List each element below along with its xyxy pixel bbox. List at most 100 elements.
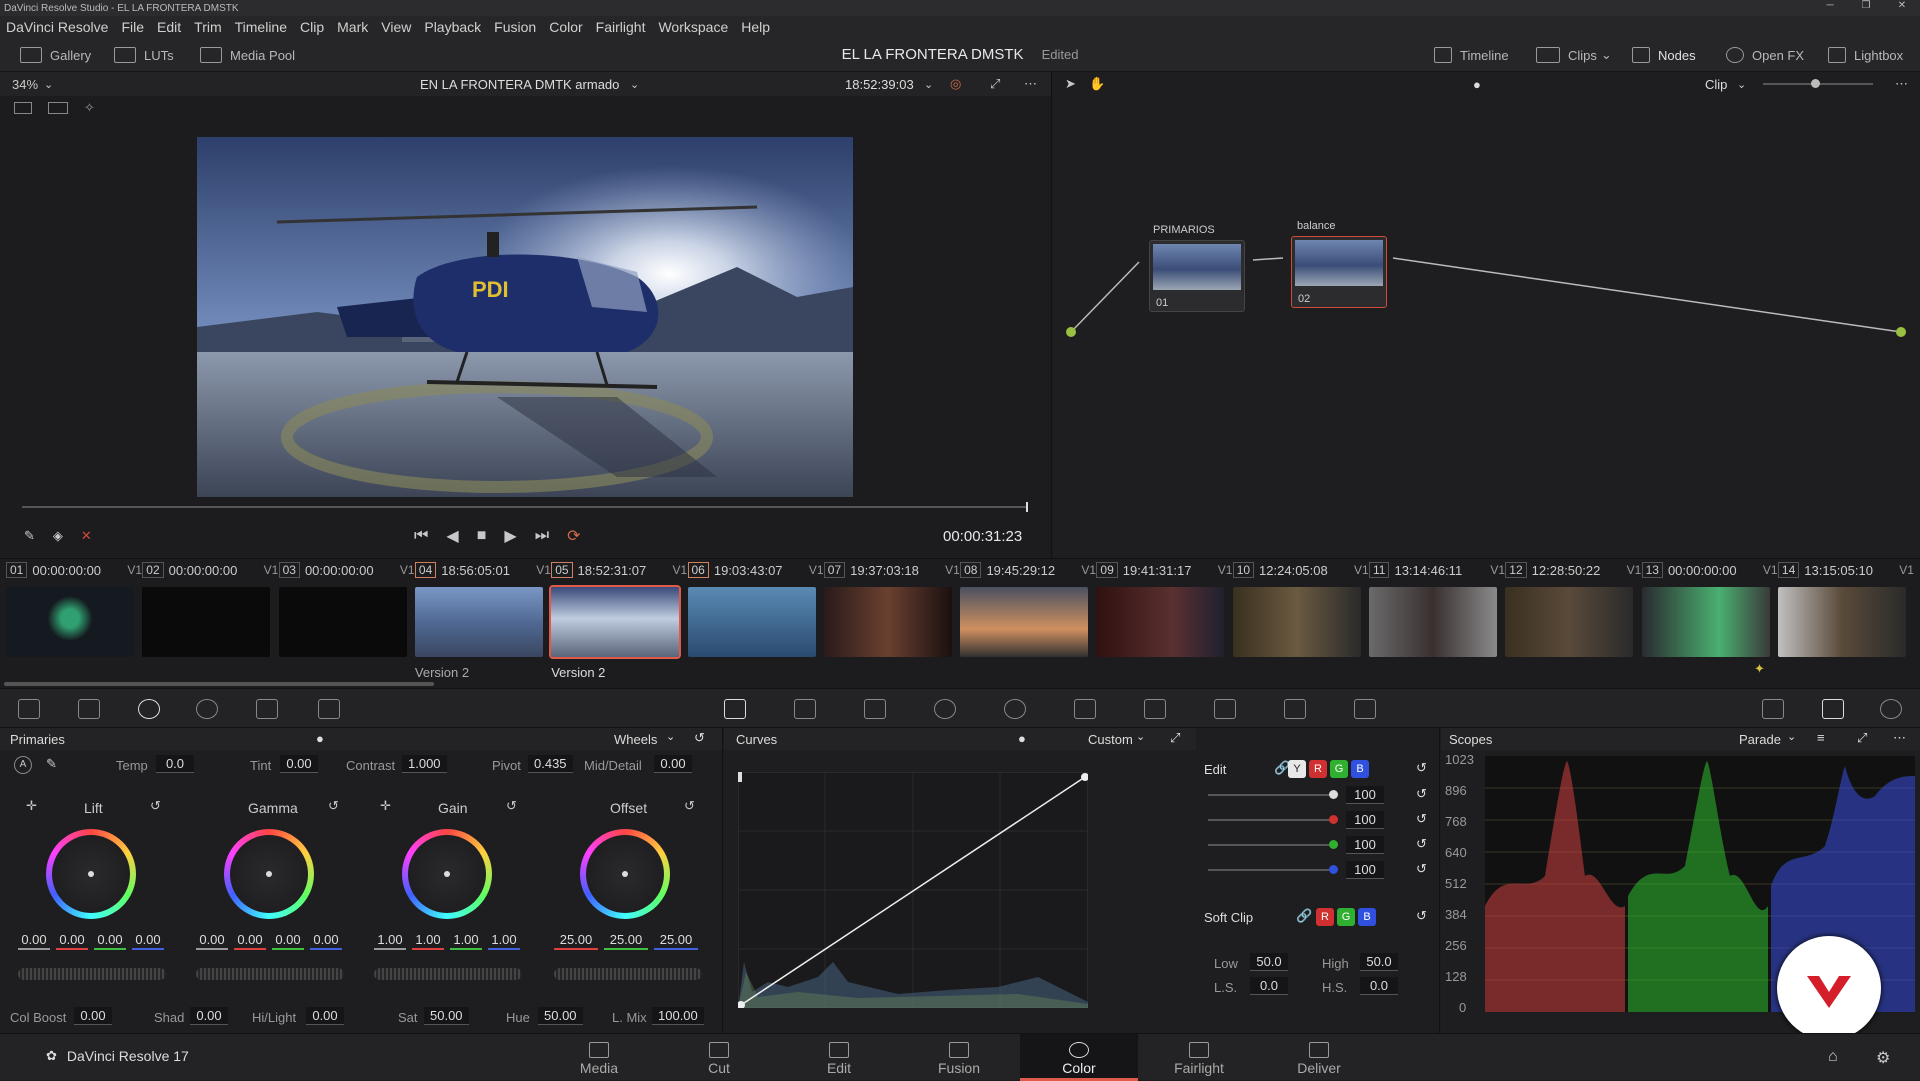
menu-workspace[interactable]: Workspace [658, 19, 728, 35]
shad-field[interactable]: 0.00 [190, 1007, 228, 1025]
menu-help[interactable]: Help [741, 19, 770, 35]
clip-thumbnail[interactable] [1641, 587, 1770, 657]
play-icon[interactable]: ▶ [504, 526, 516, 546]
reset-icon[interactable]: ↺ [1416, 786, 1427, 802]
primaries-mode-select[interactable]: Wheels [614, 732, 657, 747]
offset-r[interactable]: 25.00 [554, 932, 598, 950]
offset-master-wheel[interactable] [554, 968, 702, 980]
page-color[interactable]: Color [1020, 1034, 1138, 1081]
mute-icon[interactable]: ✕ [81, 528, 92, 544]
clip-thumbnail[interactable] [6, 587, 134, 657]
reset-icon[interactable]: ↺ [1416, 760, 1427, 776]
clip-item[interactable]: 10 12:24:05:08 V1 [1232, 561, 1369, 657]
eyedropper-icon[interactable]: ✎ [24, 528, 35, 544]
tint-field[interactable]: 0.00 [280, 755, 318, 773]
gamma-wheel[interactable] [224, 829, 314, 919]
menu-edit[interactable]: Edit [157, 19, 181, 35]
link-icon[interactable]: 🔗 [1296, 908, 1312, 924]
high-field[interactable]: 50.0 [1360, 953, 1398, 971]
hs-field[interactable]: 0.0 [1360, 977, 1398, 995]
reset-icon[interactable]: ↺ [328, 798, 339, 814]
r-intensity-field[interactable]: 100 [1346, 811, 1384, 829]
y-channel-chip[interactable]: Y [1288, 760, 1306, 778]
hdr-wheels-icon[interactable] [196, 699, 218, 719]
lift-g[interactable]: 0.00 [94, 932, 126, 950]
reset-icon[interactable]: ↺ [1416, 908, 1427, 924]
clip-thumbnail[interactable] [278, 587, 407, 657]
menu-file[interactable]: File [121, 19, 144, 35]
layers-icon[interactable]: ◈ [53, 528, 63, 544]
picker-icon[interactable]: ✎ [46, 756, 57, 772]
lightbox-button[interactable]: Lightbox [1828, 38, 1903, 72]
info-icon[interactable] [1880, 699, 1902, 719]
qualifier-icon[interactable] [864, 699, 886, 719]
clip-thumbnail[interactable] [1232, 587, 1361, 657]
clip-thumbnail[interactable] [823, 587, 952, 657]
reset-icon[interactable]: ↺ [506, 798, 517, 814]
sat-field[interactable]: 50.00 [424, 1007, 469, 1025]
hilight-field[interactable]: 0.00 [306, 1007, 344, 1025]
page-media[interactable]: Media [540, 1034, 658, 1081]
menu-mark[interactable]: Mark [337, 19, 368, 35]
lift-y[interactable]: 0.00 [18, 932, 50, 950]
rgb-mixer-icon[interactable] [256, 699, 278, 719]
stop-icon[interactable]: ■ [477, 527, 487, 545]
more-options-icon[interactable]: ⋯ [1893, 730, 1906, 746]
more-options-icon[interactable]: ⋯ [1024, 76, 1037, 92]
openfx-button[interactable]: Open FX [1726, 38, 1804, 72]
timeline-button[interactable]: Timeline [1434, 38, 1509, 72]
clips-button[interactable]: Clips ⌄ [1536, 38, 1612, 72]
clip-item[interactable]: 06 19:03:43:07 V1 [687, 561, 824, 657]
y-intensity-slider[interactable] [1208, 790, 1338, 799]
node-balance[interactable]: 02 [1291, 236, 1387, 308]
gain-g[interactable]: 1.00 [450, 932, 482, 950]
b-intensity-slider[interactable] [1208, 865, 1338, 874]
menu-clip[interactable]: Clip [300, 19, 324, 35]
curve-editor[interactable] [738, 772, 1088, 1008]
sizing-icon[interactable] [1284, 699, 1306, 719]
keyframes-icon[interactable] [1762, 699, 1784, 719]
window-icon[interactable] [934, 699, 956, 719]
offset-g[interactable]: 25.00 [604, 932, 648, 950]
lift-b[interactable]: 0.00 [132, 932, 164, 950]
zoom-select[interactable]: 34% [12, 77, 38, 92]
single-view-icon[interactable] [14, 102, 32, 114]
clip-thumbnail[interactable] [1777, 587, 1906, 657]
clip-item[interactable]: 12 12:28:50:22 V1 [1505, 561, 1641, 657]
low-field[interactable]: 50.0 [1250, 953, 1288, 971]
gamma-b[interactable]: 0.00 [310, 932, 342, 950]
gamma-y[interactable]: 0.00 [196, 932, 228, 950]
fullscreen-icon[interactable]: ⤢ [990, 76, 1000, 92]
color-warper-icon[interactable] [794, 699, 816, 719]
tracker-icon[interactable] [1004, 699, 1026, 719]
offset-wheel[interactable] [580, 829, 670, 919]
gain-b[interactable]: 1.00 [488, 932, 520, 950]
clip-strip-scrollbar[interactable] [4, 682, 434, 686]
clip-thumbnail[interactable] [414, 587, 543, 657]
scope-settings-icon[interactable]: ≡ [1817, 730, 1825, 745]
clip-item[interactable]: 02 00:00:00:00 V1 [142, 561, 278, 657]
clip-item[interactable]: 14 13:15:05:10 V1 [1777, 561, 1914, 657]
settings-gear-icon[interactable]: ⚙ [1876, 1048, 1890, 1068]
b-channel-chip[interactable]: B [1351, 760, 1369, 778]
expand-icon[interactable]: ⤢ [1170, 730, 1180, 746]
clip-thumbnail[interactable] [1096, 587, 1225, 657]
gain-y[interactable]: 1.00 [374, 932, 406, 950]
clip-item[interactable]: 09 19:41:31:17 V1 [1096, 561, 1232, 657]
lift-master-wheel[interactable] [18, 968, 166, 980]
unmix-icon[interactable]: ◎ [950, 76, 961, 92]
lmix-field[interactable]: 100.00 [652, 1007, 704, 1025]
pivot-field[interactable]: 0.435 [528, 755, 573, 773]
gain-wheel[interactable] [402, 829, 492, 919]
timeline-name-select[interactable]: EN LA FRONTERA DMTK armado [420, 77, 619, 92]
page-cut[interactable]: Cut [660, 1034, 778, 1081]
viewer-scrub-bar[interactable] [22, 502, 1028, 512]
menu-playback[interactable]: Playback [424, 19, 481, 35]
gamma-g[interactable]: 0.00 [272, 932, 304, 950]
page-edit[interactable]: Edit [780, 1034, 898, 1081]
curves-mode-select[interactable]: Custom [1088, 732, 1133, 747]
clip-thumbnail[interactable] [1369, 587, 1497, 657]
3d-icon[interactable] [1354, 699, 1376, 719]
clip-item[interactable]: 04 18:56:05:01 V1 Version 2 [414, 561, 551, 680]
menu-fusion[interactable]: Fusion [494, 19, 536, 35]
